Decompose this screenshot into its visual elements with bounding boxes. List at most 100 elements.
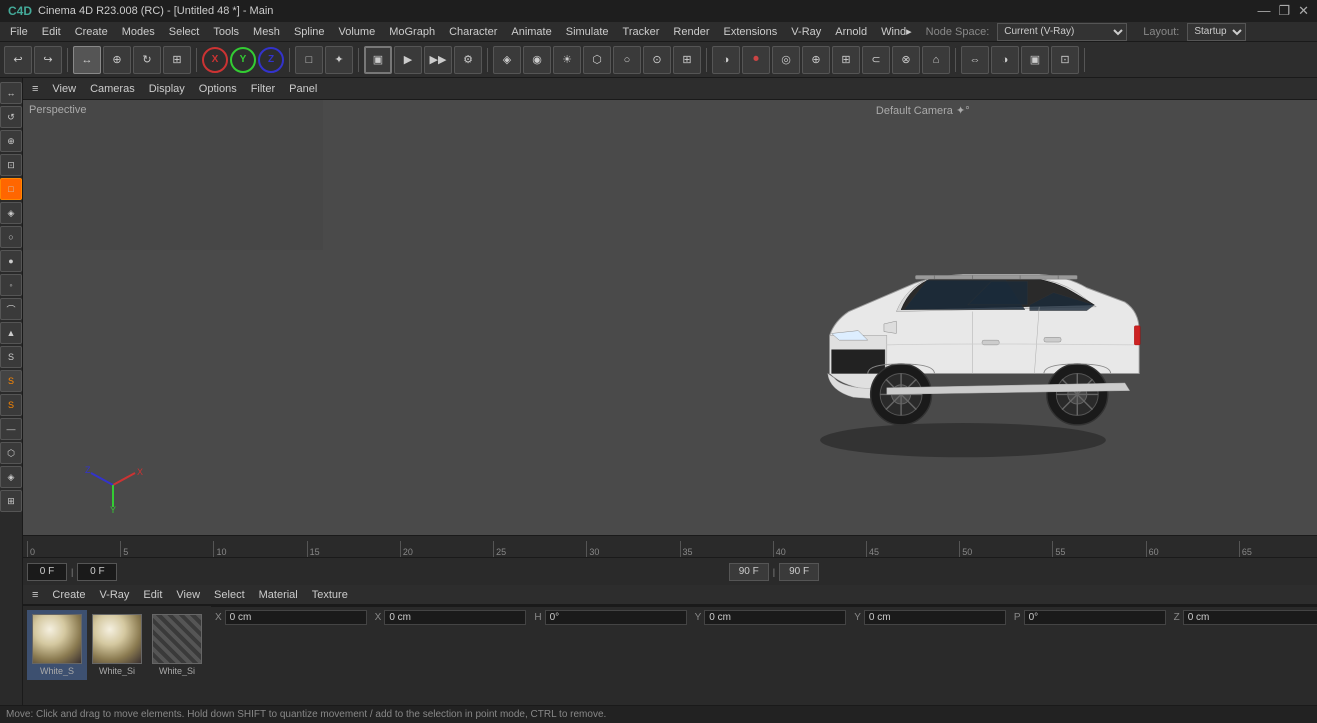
camera-btn[interactable]: ◉	[523, 46, 551, 74]
sidebar-uv-btn[interactable]: ◈	[0, 202, 22, 224]
sidebar-joint-btn[interactable]: ◦	[0, 274, 22, 296]
redo-btn[interactable]: ↪	[34, 46, 62, 74]
maximize-btn[interactable]: ❐	[1278, 3, 1290, 19]
menu-vray[interactable]: V-Ray	[785, 24, 827, 40]
photo2-btn[interactable]: ⊡	[1051, 46, 1079, 74]
undo-btn[interactable]: ↩	[4, 46, 32, 74]
render-settings-btn[interactable]: ⚙	[454, 46, 482, 74]
scene-btn[interactable]: ⊙	[643, 46, 671, 74]
move-tool-btn[interactable]: ↔	[73, 46, 101, 74]
mat-menu-icon[interactable]: ≡	[27, 587, 43, 603]
menu-wind[interactable]: Wind▸	[875, 23, 918, 40]
light-btn[interactable]: ☀	[553, 46, 581, 74]
menu-tools[interactable]: Tools	[207, 24, 245, 40]
vp-menu-view[interactable]: View	[47, 81, 81, 97]
menu-mesh[interactable]: Mesh	[247, 24, 286, 40]
menu-character[interactable]: Character	[443, 24, 503, 40]
render-anim-btn[interactable]: ▶▶	[424, 46, 452, 74]
end-frame-input1[interactable]	[729, 563, 769, 581]
y-axis-btn[interactable]: Y	[230, 47, 256, 73]
sidebar-obj-btn[interactable]: □	[0, 178, 22, 200]
object-mode-btn[interactable]: □	[295, 46, 323, 74]
sidebar-sculpt-btn[interactable]: ●	[0, 250, 22, 272]
sidebar-extra-btn[interactable]: ⊞	[0, 490, 22, 512]
sidebar-s2-btn[interactable]: S	[0, 370, 22, 392]
vp-menu-icon[interactable]: ≡	[27, 81, 43, 97]
array-btn[interactable]: ⊗	[892, 46, 920, 74]
sidebar-weight-btn[interactable]: ○	[0, 226, 22, 248]
title-controls[interactable]: — ❐ ✕	[1257, 3, 1309, 19]
menu-select[interactable]: Select	[163, 24, 206, 40]
sidebar-edge-btn[interactable]: —	[0, 418, 22, 440]
menu-edit[interactable]: Edit	[36, 24, 67, 40]
menu-volume[interactable]: Volume	[333, 24, 382, 40]
minimize-btn[interactable]: —	[1257, 3, 1270, 19]
mat-menu-select[interactable]: Select	[209, 587, 250, 603]
keyframe-btn[interactable]: ◎	[772, 46, 800, 74]
coord-y-input[interactable]	[704, 610, 846, 625]
menu-extensions[interactable]: Extensions	[717, 24, 783, 40]
rotate-tool-btn[interactable]: ↻	[133, 46, 161, 74]
paint-btn[interactable]: ◑	[991, 46, 1019, 74]
vp-menu-options[interactable]: Options	[194, 81, 242, 97]
sidebar-deform-btn[interactable]: ⌒	[0, 298, 22, 320]
menu-animate[interactable]: Animate	[505, 24, 557, 40]
record-btn[interactable]: ⏺	[742, 46, 770, 74]
coord-h-input[interactable]	[545, 610, 687, 625]
render-view-btn[interactable]: ▶	[394, 46, 422, 74]
deform-btn[interactable]: ⊂	[862, 46, 890, 74]
sidebar-sel-btn[interactable]: ⊡	[0, 154, 22, 176]
menu-arnold[interactable]: Arnold	[829, 24, 873, 40]
workspace-btn[interactable]: ⊞	[832, 46, 860, 74]
nodespace-select[interactable]: Current (V-Ray)	[997, 23, 1127, 41]
menu-modes[interactable]: Modes	[116, 24, 161, 40]
end-frame-input2[interactable]	[779, 563, 819, 581]
vp-menu-filter[interactable]: Filter	[246, 81, 280, 97]
terrain-btn[interactable]: ⌂	[922, 46, 950, 74]
coord-z-input[interactable]	[1183, 610, 1317, 625]
sidebar-s3-btn[interactable]: S	[0, 394, 22, 416]
mat-menu-view[interactable]: View	[171, 587, 205, 603]
mat-menu-material[interactable]: Material	[254, 587, 303, 603]
mat-item-0[interactable]: White_S	[27, 610, 87, 680]
mirror-btn[interactable]: ⇔	[961, 46, 989, 74]
menu-mograph[interactable]: MoGraph	[383, 24, 441, 40]
vp-menu-panel[interactable]: Panel	[284, 81, 322, 97]
sidebar-move-btn[interactable]: ↔	[0, 82, 22, 104]
start-frame-input[interactable]	[27, 563, 67, 581]
sidebar-bp-btn[interactable]: ◈	[0, 466, 22, 488]
grid-btn[interactable]: ⊞	[673, 46, 701, 74]
sidebar-rotate-btn[interactable]: ↺	[0, 106, 22, 128]
timeline-area[interactable]: 0 5 10 15 20 25 30 35 40 45 50 55 60 65 …	[23, 535, 1317, 557]
perspective-btn[interactable]: ◈	[493, 46, 521, 74]
coord-x-input[interactable]	[225, 610, 367, 625]
layout-select[interactable]: Startup	[1187, 23, 1246, 41]
mat-menu-vray[interactable]: V-Ray	[94, 587, 134, 603]
coord-p-input[interactable]	[1024, 610, 1166, 625]
menu-create[interactable]: Create	[69, 24, 114, 40]
sidebar-mat-btn[interactable]: S	[0, 346, 22, 368]
menu-render[interactable]: Render	[667, 24, 715, 40]
close-btn[interactable]: ✕	[1298, 3, 1309, 19]
cube-btn[interactable]: ⬡	[583, 46, 611, 74]
mat-menu-texture[interactable]: Texture	[307, 587, 353, 603]
sculpt-btn[interactable]: ◑	[712, 46, 740, 74]
current-frame-input[interactable]	[77, 563, 117, 581]
mat-item-1[interactable]: White_Si	[87, 610, 147, 680]
photo-btn[interactable]: ▣	[1021, 46, 1049, 74]
menu-tracker[interactable]: Tracker	[617, 24, 666, 40]
sidebar-poly-btn[interactable]: ⬡	[0, 442, 22, 464]
coord-y2-input[interactable]	[864, 610, 1006, 625]
render-region-btn[interactable]: ▣	[364, 46, 392, 74]
viewport[interactable]: X Z Y Perspective Default Camera ✦° Grid…	[23, 100, 1317, 535]
scale-tool-btn[interactable]: ⊕	[103, 46, 131, 74]
sidebar-topo-btn[interactable]: ▲	[0, 322, 22, 344]
sphere-btn[interactable]: ○	[613, 46, 641, 74]
sidebar-scale-btn[interactable]: ⊕	[0, 130, 22, 152]
add-obj-btn[interactable]: ✦	[325, 46, 353, 74]
mat-menu-edit[interactable]: Edit	[138, 587, 167, 603]
vp-menu-display[interactable]: Display	[144, 81, 190, 97]
menu-simulate[interactable]: Simulate	[560, 24, 615, 40]
coord-x2-input[interactable]	[384, 610, 526, 625]
vp-menu-cameras[interactable]: Cameras	[85, 81, 140, 97]
